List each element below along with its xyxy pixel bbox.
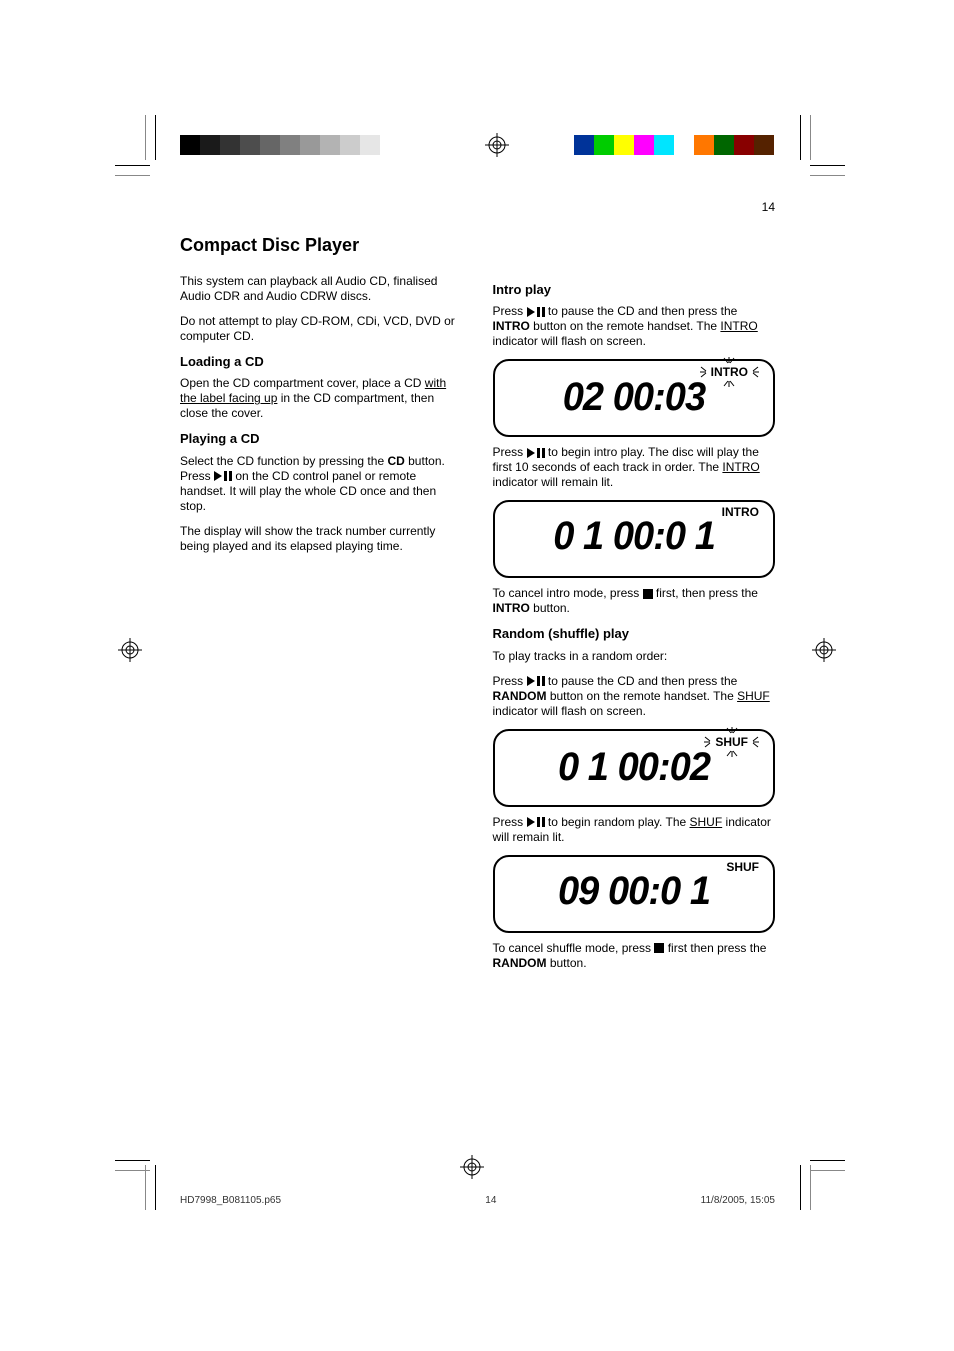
lcd-intro-flashing: INTRO 02 00:03 — [493, 359, 776, 437]
stop-icon — [643, 589, 653, 599]
gray-swatch — [180, 135, 200, 155]
flash-burst-bottom-icon — [722, 379, 736, 387]
grayscale-swatches — [180, 135, 420, 155]
flash-burst-bottom-icon — [725, 749, 739, 757]
heading-intro-play: Intro play — [493, 282, 776, 298]
lcd-tag-shuf-steady: SHUF — [726, 861, 759, 873]
play-pause-icon — [214, 471, 232, 481]
color-swatch — [734, 135, 754, 155]
registration-cross-icon — [485, 133, 509, 157]
random-intro-line: To play tracks in a random order: — [493, 649, 776, 664]
flash-burst-top-icon — [725, 727, 739, 735]
registration-cross-left-icon — [118, 638, 142, 665]
loading-step-1: Open the CD compartment cover, place a C… — [180, 376, 463, 421]
heading-random-play: Random (shuffle) play — [493, 626, 776, 642]
intro-para-1: This system can playback all Audio CD, f… — [180, 274, 463, 304]
random-step-1: Press to pause the CD and then press the… — [493, 674, 776, 719]
random-step-2: Press to begin random play. The SHUF ind… — [493, 815, 776, 845]
lcd-shuf-steady: SHUF 09 00:0 1 — [493, 855, 776, 933]
color-swatches — [574, 135, 774, 155]
footer-page-number: 14 — [485, 1195, 496, 1206]
color-swatch — [574, 135, 594, 155]
color-swatch — [754, 135, 774, 155]
footer-filename: HD7998_B081105.p65 — [180, 1195, 281, 1206]
color-swatch — [674, 135, 694, 155]
intro-play-step-1: Press to pause the CD and then press the… — [493, 304, 776, 349]
page-title: Compact Disc Player — [180, 235, 775, 256]
random-cancel: To cancel shuffle mode, press first then… — [493, 941, 776, 971]
heading-loading-cd: Loading a CD — [180, 354, 463, 370]
lcd-tag-intro-flash: INTRO — [700, 365, 759, 379]
play-step-2: The display will show the track number c… — [180, 524, 463, 554]
lcd-tag-shuf-flash: SHUF — [704, 735, 759, 749]
gray-swatch — [360, 135, 380, 155]
gray-swatch — [300, 135, 320, 155]
color-swatch — [654, 135, 674, 155]
page-root: 14 Compact Disc Player This system can p… — [0, 0, 954, 1351]
gray-swatch — [240, 135, 260, 155]
gray-swatch — [260, 135, 280, 155]
print-footer: HD7998_B081105.p65 14 11/8/2005, 15:05 — [180, 1195, 775, 1206]
lcd-readout-shuf-flash: 0 1 00:02 — [558, 749, 710, 785]
page-number-top: 14 — [762, 200, 775, 214]
flash-burst-right-icon — [749, 735, 759, 749]
registration-cross-bottom-icon — [460, 1155, 484, 1182]
lcd-shuf-flashing: SHUF 0 1 00:02 — [493, 729, 776, 807]
lcd-intro-steady: INTRO 0 1 00:0 1 — [493, 500, 776, 578]
lcd-readout-shuf-steady: 09 00:0 1 — [558, 873, 710, 909]
lcd-readout-intro-steady: 0 1 00:0 1 — [553, 518, 715, 554]
color-swatch — [594, 135, 614, 155]
color-swatch — [694, 135, 714, 155]
content-area: 14 Compact Disc Player This system can p… — [180, 235, 775, 981]
gray-swatch — [320, 135, 340, 155]
footer-datetime: 11/8/2005, 15:05 — [701, 1195, 775, 1206]
gray-swatch — [400, 135, 420, 155]
heading-playing-cd: Playing a CD — [180, 431, 463, 447]
color-swatch — [614, 135, 634, 155]
lcd-readout-intro-flash: 02 00:03 — [563, 379, 705, 415]
stop-icon — [654, 943, 664, 953]
gray-swatch — [220, 135, 240, 155]
calibration-bar-row — [180, 135, 774, 155]
play-step-1: Select the CD function by pressing the C… — [180, 454, 463, 514]
play-pause-icon — [527, 676, 545, 686]
play-pause-icon — [527, 307, 545, 317]
play-pause-icon — [527, 448, 545, 458]
registration-cross-right-icon — [812, 638, 836, 665]
flash-burst-right-icon — [749, 365, 759, 379]
two-column-layout: This system can playback all Audio CD, f… — [180, 274, 775, 981]
color-swatch — [714, 135, 734, 155]
play-pause-icon — [527, 817, 545, 827]
color-swatch — [634, 135, 654, 155]
right-column: Intro play Press to pause the CD and the… — [493, 274, 776, 981]
intro-play-step-2: Press to begin intro play. The disc will… — [493, 445, 776, 490]
gray-swatch — [380, 135, 400, 155]
intro-cancel: To cancel intro mode, press first, then … — [493, 586, 776, 616]
gray-swatch — [200, 135, 220, 155]
gray-swatch — [340, 135, 360, 155]
lcd-tag-intro-steady: INTRO — [722, 506, 759, 518]
intro-para-2: Do not attempt to play CD-ROM, CDi, VCD,… — [180, 314, 463, 344]
flash-burst-top-icon — [722, 357, 736, 365]
gray-swatch — [280, 135, 300, 155]
left-column: This system can playback all Audio CD, f… — [180, 274, 463, 981]
